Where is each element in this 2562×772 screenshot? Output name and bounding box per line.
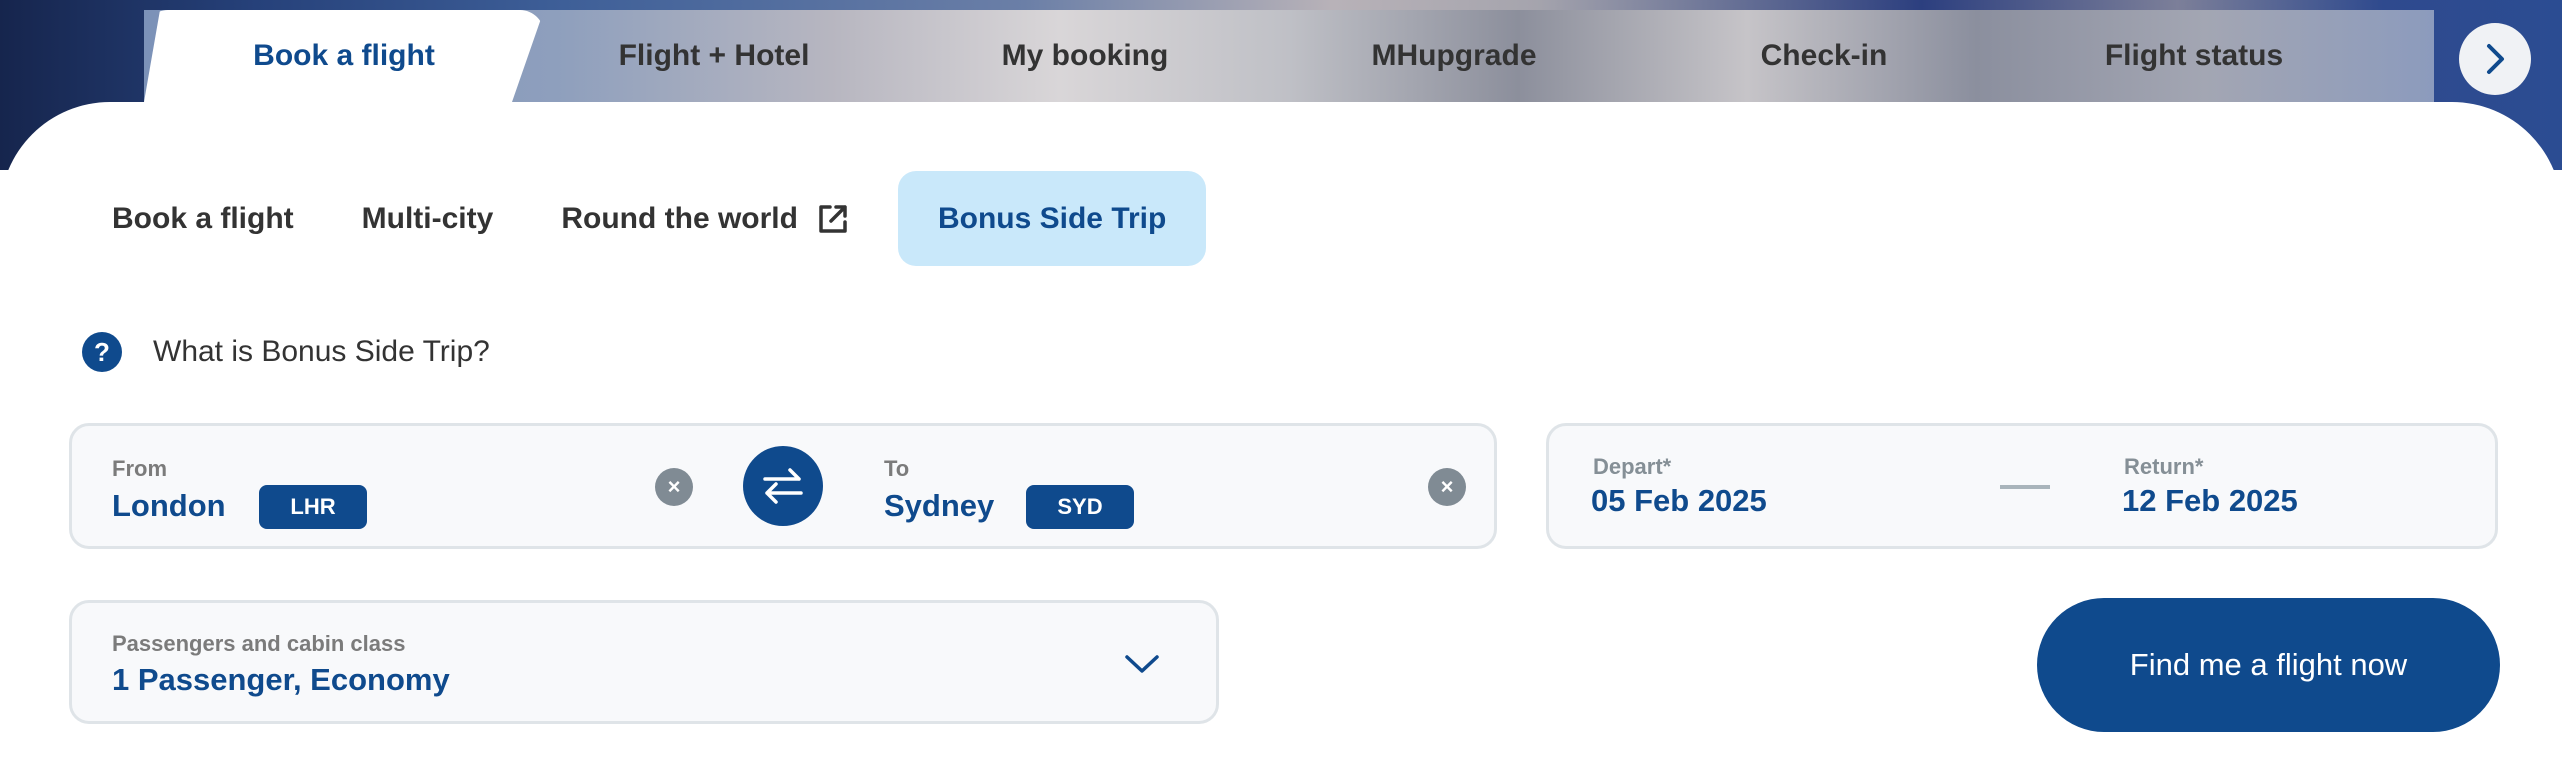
- tab-my-booking[interactable]: My booking: [915, 10, 1255, 102]
- subtab-round-the-world[interactable]: Round the world: [541, 171, 870, 266]
- passengers-dropdown[interactable]: Passengers and cabin class 1 Passenger, …: [69, 600, 1219, 724]
- to-airport-code: SYD: [1026, 485, 1134, 529]
- clear-to-icon[interactable]: ×: [1428, 468, 1466, 506]
- subtab-book-a-flight[interactable]: Book a flight: [92, 171, 314, 266]
- clear-from-icon[interactable]: ×: [655, 468, 693, 506]
- subtab-label: Multi-city: [361, 201, 494, 235]
- subtab-label: Book a flight: [112, 201, 294, 235]
- to-label: To: [884, 456, 910, 481]
- tab-flight-status[interactable]: Flight status: [2024, 10, 2364, 102]
- tab-mhupgrade[interactable]: MHupgrade: [1284, 10, 1624, 102]
- help-text: What is Bonus Side Trip?: [153, 335, 490, 368]
- return-date[interactable]: 12 Feb 2025: [2122, 483, 2298, 519]
- chevron-right-icon: [2487, 44, 2504, 74]
- depart-date[interactable]: 05 Feb 2025: [1591, 483, 1767, 519]
- tab-label: Flight status: [2104, 39, 2284, 72]
- subtab-bonus-side-trip[interactable]: Bonus Side Trip: [897, 171, 1207, 266]
- date-separator: [2000, 485, 2050, 489]
- find-flight-button[interactable]: Find me a flight now: [2037, 598, 2500, 732]
- passengers-value: 1 Passenger, Economy: [112, 662, 450, 697]
- subtab-label: Bonus Side Trip: [937, 201, 1167, 235]
- tab-label: My booking: [1001, 39, 1169, 72]
- chevron-down-icon: [1125, 655, 1159, 673]
- tab-book-a-flight[interactable]: Book a flight: [144, 10, 544, 102]
- subtab-multi-city[interactable]: Multi-city: [342, 171, 514, 266]
- return-label: Return*: [2124, 454, 2204, 479]
- route-field: From London LHR × To Sydney SYD ×: [69, 423, 1497, 549]
- bonus-side-trip-help-link[interactable]: ? What is Bonus Side Trip?: [82, 332, 490, 372]
- tab-label: Book a flight: [253, 39, 435, 72]
- tab-flight-hotel[interactable]: Flight + Hotel: [544, 10, 884, 102]
- to-city[interactable]: Sydney: [884, 488, 994, 524]
- tab-label: Check-in: [1760, 39, 1888, 72]
- depart-label: Depart*: [1593, 454, 1672, 479]
- next-tabs-button[interactable]: [2459, 23, 2531, 95]
- tab-label: MHupgrade: [1371, 39, 1537, 72]
- from-label: From: [112, 456, 167, 481]
- from-city[interactable]: London: [112, 488, 226, 524]
- passengers-label: Passengers and cabin class: [112, 631, 406, 656]
- tab-check-in[interactable]: Check-in: [1654, 10, 1994, 102]
- question-icon: ?: [82, 332, 122, 372]
- external-link-icon: [816, 202, 850, 236]
- date-field: Depart* 05 Feb 2025 Return* 12 Feb 2025: [1546, 423, 2498, 549]
- booking-type-tabs: Book a flight Multi-city Round the world…: [92, 171, 1234, 266]
- swap-arrows-icon: [763, 468, 803, 504]
- from-airport-code: LHR: [259, 485, 367, 529]
- tab-label: Flight + Hotel: [618, 39, 810, 72]
- subtab-label: Round the world: [561, 201, 798, 235]
- swap-route-button[interactable]: [743, 446, 823, 526]
